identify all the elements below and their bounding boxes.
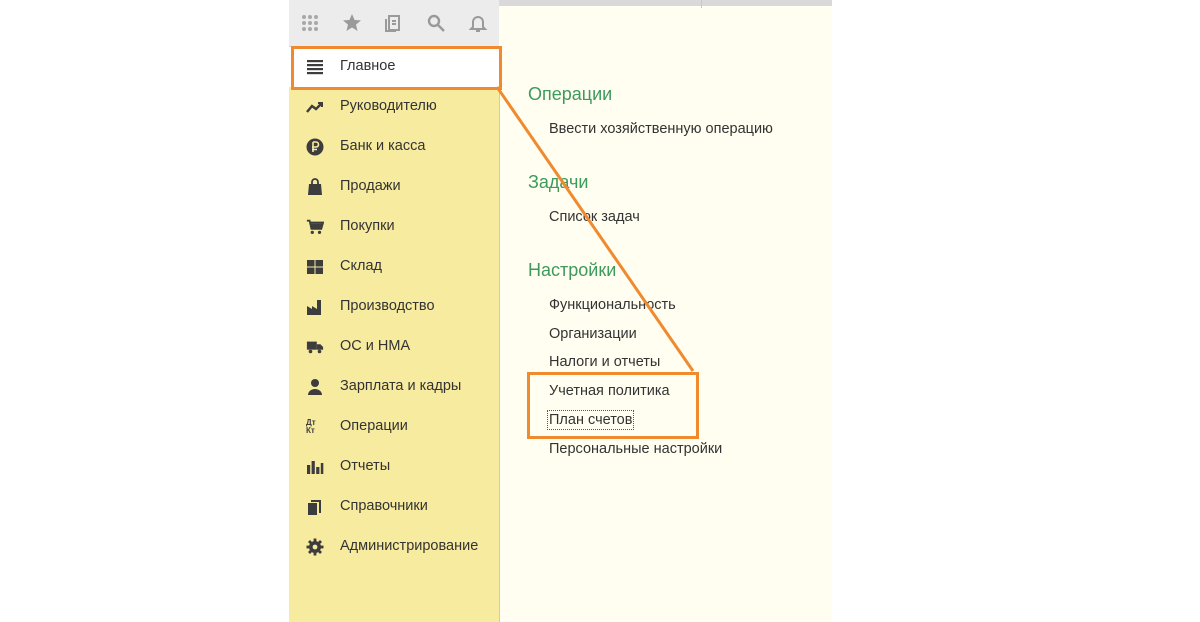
- sidebar-item-label: Руководителю: [340, 98, 437, 114]
- sidebar: Главное Руководителю Банк и касса Продаж…: [289, 47, 500, 622]
- link-organizations[interactable]: Организации: [549, 326, 637, 342]
- link-personal-settings[interactable]: Персональные настройки: [549, 441, 722, 457]
- bag-icon: [306, 178, 324, 196]
- main-content: Операции Ввести хозяйственную операцию З…: [500, 47, 832, 622]
- sidebar-item-label: Покупки: [340, 218, 395, 234]
- gear-icon: [306, 538, 324, 556]
- sidebar-item-label: Зарплата и кадры: [340, 378, 462, 394]
- link-accounting-policy[interactable]: Учетная политика: [549, 383, 670, 399]
- toolbar: [289, 0, 499, 47]
- sidebar-item-label: Продажи: [340, 178, 401, 194]
- truck-icon: [306, 338, 324, 356]
- sidebar-item-label: Операции: [340, 418, 408, 434]
- link-chart-of-accounts[interactable]: План счетов: [546, 410, 635, 430]
- books-icon: [306, 498, 324, 516]
- sidebar-item-reports[interactable]: Отчеты: [289, 447, 499, 487]
- sidebar-item-label: Банк и касса: [340, 138, 426, 154]
- sidebar-item-sales[interactable]: Продажи: [289, 167, 499, 207]
- sidebar-item-warehouse[interactable]: Склад: [289, 247, 499, 287]
- app-window: Главное Руководителю Банк и касса Продаж…: [289, 0, 832, 622]
- section-title-operations: Операции: [528, 84, 613, 104]
- person-icon: [306, 378, 324, 396]
- sidebar-item-manager[interactable]: Руководителю: [289, 87, 499, 127]
- ruble-icon: [306, 138, 324, 156]
- sidebar-item-directories[interactable]: Справочники: [289, 487, 499, 527]
- star-icon[interactable]: [331, 0, 373, 46]
- link-taxes-reports[interactable]: Налоги и отчеты: [549, 354, 660, 370]
- link-enter-operation[interactable]: Ввести хозяйственную операцию: [549, 121, 773, 137]
- sidebar-item-assets[interactable]: ОС и НМА: [289, 327, 499, 367]
- sidebar-item-label: Справочники: [340, 498, 428, 514]
- section-title-tasks: Задачи: [528, 172, 589, 192]
- sidebar-item-administration[interactable]: Администрирование: [289, 527, 499, 567]
- trend-icon: [306, 98, 324, 116]
- link-task-list[interactable]: Список задач: [549, 209, 640, 225]
- cart-icon: [306, 218, 324, 236]
- sidebar-item-label: Склад: [340, 258, 382, 274]
- dt-kt-icon: Дт Кт: [306, 418, 316, 435]
- sidebar-item-label: Администрирование: [340, 538, 479, 554]
- sidebar-item-label: Производство: [340, 298, 435, 314]
- apps-grid-icon[interactable]: [289, 0, 331, 46]
- menu-icon: [306, 58, 324, 76]
- sidebar-item-production[interactable]: Производство: [289, 287, 499, 327]
- factory-icon: [306, 298, 324, 316]
- link-functionality[interactable]: Функциональность: [549, 297, 676, 313]
- bell-icon[interactable]: [457, 0, 499, 46]
- sidebar-item-label: Отчеты: [340, 458, 391, 474]
- sidebar-item-salary[interactable]: Зарплата и кадры: [289, 367, 499, 407]
- bar-chart-icon: [306, 458, 324, 476]
- section-title-settings: Настройки: [528, 260, 617, 280]
- sidebar-item-bank[interactable]: Банк и касса: [289, 127, 499, 167]
- sidebar-item-operations[interactable]: Дт Кт Операции: [289, 407, 499, 447]
- sidebar-item-purchases[interactable]: Покупки: [289, 207, 499, 247]
- search-icon[interactable]: [415, 0, 457, 46]
- sidebar-item-main[interactable]: Главное: [289, 47, 499, 87]
- history-icon[interactable]: [373, 0, 415, 46]
- sidebar-item-label: ОС и НМА: [340, 338, 411, 354]
- warehouse-icon: [306, 258, 324, 276]
- sidebar-item-label: Главное: [340, 58, 396, 74]
